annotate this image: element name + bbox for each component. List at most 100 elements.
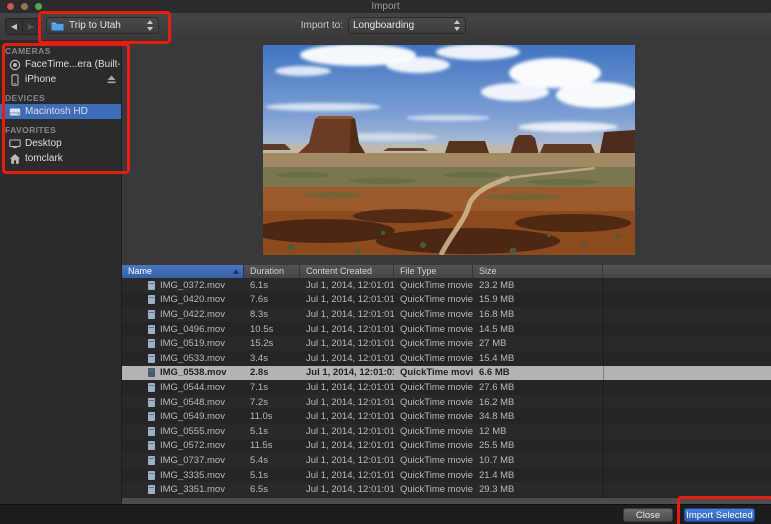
cell-created: Jul 1, 2014, 12:01:01 PM (306, 352, 394, 364)
movie-file-icon (148, 295, 155, 305)
cell-type: QuickTime movie (400, 454, 473, 466)
movie-file-icon (148, 455, 155, 465)
column-header-duration[interactable]: Duration (244, 265, 300, 278)
cell-type: QuickTime movie (400, 323, 473, 335)
import-to-dropdown-value: Longboarding (353, 20, 415, 31)
cell-duration: 11.5s (250, 440, 273, 452)
cell-size: 25.5 MB (479, 440, 515, 452)
monument-valley-preview-photo (263, 45, 635, 255)
cell-duration: 8.3s (250, 308, 268, 320)
movie-file-icon (148, 441, 155, 451)
table-row[interactable]: IMG_0422.mov 8.3s Jul 1, 2014, 12:01:01 PM… (122, 307, 771, 322)
cell-size: 21.4 MB (479, 469, 515, 481)
column-divider (603, 278, 604, 498)
cell-created: Jul 1, 2014, 12:01:01 PM (306, 454, 394, 466)
cell-size: 14.5 MB (479, 323, 515, 335)
import-dialog-window: Import ◀ ▶ Trip to Utah Import to: Longb… (0, 0, 771, 524)
table-row[interactable]: IMG_0496.mov 10.5s Jul 1, 2014, 12:01:01 P… (122, 321, 771, 337)
table-row[interactable]: IMG_3351.mov 6.5s Jul 1, 2014, 12:01:01 PM… (122, 482, 771, 497)
table-row[interactable]: IMG_0555.mov 5.1s Jul 1, 2014, 12:01:01 PM… (122, 423, 771, 439)
cell-duration: 5.1s (250, 425, 268, 437)
annotation-rect-sidebar (2, 43, 130, 174)
cell-created: Jul 1, 2014, 12:01:01 PM (306, 381, 394, 393)
cell-type: QuickTime movie (400, 352, 473, 364)
cell-name: IMG_0548.mov (122, 395, 244, 410)
movie-file-icon (148, 368, 155, 378)
table-row[interactable]: IMG_0737.mov 5.4s Jul 1, 2014, 12:01:01 PM… (122, 453, 771, 468)
movie-file-icon (148, 412, 155, 422)
cell-type: QuickTime movie (400, 411, 473, 423)
cell-type: QuickTime movie (400, 367, 473, 379)
table-row[interactable]: IMG_0572.mov 11.5s Jul 1, 2014, 12:01:01 P… (122, 438, 771, 454)
cell-duration: 6.1s (250, 279, 268, 291)
cell-duration: 5.1s (250, 469, 268, 481)
table-row[interactable]: IMG_0549.mov 11.0s Jul 1, 2014, 12:01:01 P… (122, 409, 771, 424)
cell-name: IMG_0737.mov (122, 453, 244, 468)
cell-size: 10.7 MB (479, 454, 515, 466)
cell-duration: 2.8s (250, 367, 269, 379)
cell-created: Jul 1, 2014, 12:01:01 PM (306, 396, 394, 408)
cell-created: Jul 1, 2014, 12:01:01 PM (306, 294, 394, 306)
cell-name: IMG_0533.mov (122, 351, 244, 366)
table-row[interactable]: IMG_0544.mov 7.1s Jul 1, 2014, 12:01:01 PM… (122, 380, 771, 395)
cell-name: IMG_0496.mov (122, 322, 244, 337)
cell-created: Jul 1, 2014, 12:01:01 PM (306, 411, 394, 423)
cell-type: QuickTime movie (400, 396, 473, 408)
cell-size: 15.9 MB (479, 294, 515, 306)
sort-ascending-icon (233, 269, 239, 274)
cell-duration: 15.2s (250, 338, 274, 350)
cell-type: QuickTime movie (400, 484, 473, 496)
back-button[interactable]: ◀ (5, 18, 23, 35)
cell-name: IMG_0549.mov (122, 409, 244, 424)
cell-created: Jul 1, 2014, 12:01:01 PM (306, 469, 394, 481)
table-row[interactable]: IMG_0372.mov 6.1s Jul 1, 2014, 12:01:01 PM… (122, 278, 771, 293)
cell-size: 23.2 MB (479, 279, 515, 291)
table-row[interactable]: IMG_0533.mov 3.4s Jul 1, 2014, 12:01:01 PM… (122, 350, 771, 366)
cell-created: Jul 1, 2014, 12:01:01 PM (306, 425, 394, 437)
cell-name: IMG_3351.mov (122, 482, 244, 497)
cell-name: IMG_0538.mov (122, 366, 244, 381)
table-body: IMG_0372.mov 6.1s Jul 1, 2014, 12:01:01 PM… (122, 278, 771, 497)
column-header-content-created[interactable]: Content Created (300, 265, 394, 278)
cell-size: 29.3 MB (479, 484, 515, 496)
cell-name: IMG_0544.mov (122, 380, 244, 395)
cell-type: QuickTime movie (400, 381, 473, 393)
cell-size: 15.4 MB (479, 352, 515, 364)
column-header-name[interactable]: Name (122, 265, 244, 278)
column-header-size[interactable]: Size (473, 265, 603, 278)
movie-file-icon (148, 426, 155, 436)
cell-name: IMG_0372.mov (122, 278, 244, 293)
cell-name: IMG_0572.mov (122, 439, 244, 454)
table-row[interactable]: IMG_0420.mov 7.6s Jul 1, 2014, 12:01:01 PM… (122, 292, 771, 308)
movie-file-icon (148, 339, 155, 349)
footer-bar: Close Import Selected (0, 504, 771, 524)
cell-type: QuickTime movie (400, 425, 473, 437)
cell-name: IMG_3335.mov (122, 468, 244, 483)
table-row[interactable]: IMG_0548.mov 7.2s Jul 1, 2014, 12:01:01 PM… (122, 394, 771, 410)
movie-file-icon (148, 382, 155, 392)
column-header-file-type[interactable]: File Type (394, 265, 473, 278)
cell-name: IMG_0519.mov (122, 336, 244, 351)
import-to-dropdown[interactable]: Longboarding (348, 17, 466, 34)
import-to-label: Import to: (300, 20, 343, 31)
cell-size: 12 MB (479, 425, 507, 437)
cell-size: 34.8 MB (479, 411, 515, 423)
close-button[interactable]: Close (623, 508, 673, 522)
cell-created: Jul 1, 2014, 12:01:01 PM (306, 308, 394, 320)
cell-size: 16.8 MB (479, 308, 515, 320)
cell-type: QuickTime movie (400, 308, 473, 320)
clips-table: Name Duration Content Created File Type … (122, 265, 771, 498)
movie-file-icon (148, 353, 155, 363)
cell-duration: 6.5s (250, 484, 268, 496)
cell-type: QuickTime movie (400, 294, 473, 306)
cell-duration: 11.0s (250, 411, 273, 423)
movie-file-icon (148, 485, 155, 495)
cell-duration: 7.1s (250, 381, 268, 393)
cell-type: QuickTime movie (400, 469, 473, 481)
table-row[interactable]: IMG_3335.mov 5.1s Jul 1, 2014, 12:01:01 PM… (122, 467, 771, 483)
table-row[interactable]: IMG_0519.mov 15.2s Jul 1, 2014, 12:01:01 P… (122, 336, 771, 351)
table-row[interactable]: IMG_0538.mov 2.8s Jul 1, 2014, 12:01:01 PM… (122, 365, 771, 381)
cell-type: QuickTime movie (400, 279, 473, 291)
cell-duration: 3.4s (250, 352, 268, 364)
cell-duration: 5.4s (250, 454, 268, 466)
